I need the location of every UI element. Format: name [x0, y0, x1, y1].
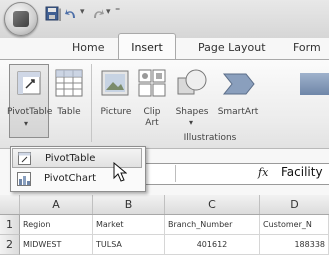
- redo-icon[interactable]: [91, 6, 105, 22]
- picture-button[interactable]: Picture: [97, 107, 135, 117]
- pivottable-small-icon: [18, 152, 31, 165]
- smartart-button[interactable]: SmartArt: [213, 107, 263, 117]
- clip-art-button[interactable]: Clip: [136, 107, 168, 117]
- formula-divider: [175, 165, 176, 182]
- cell-c2[interactable]: 401612: [165, 235, 260, 255]
- formula-bar-value: Facility: [281, 165, 323, 179]
- pivottable-dropdown-icon: ▾: [24, 119, 29, 128]
- separator-icon: |: [58, 7, 63, 21]
- table-button[interactable]: Table: [52, 107, 86, 117]
- redo-dropdown-icon[interactable]: ▾: [106, 7, 111, 17]
- column-headers: A B C D: [0, 195, 329, 215]
- shapes-dropdown-icon: ▾: [189, 118, 194, 127]
- cell-b1[interactable]: Market: [93, 215, 165, 235]
- pivottable-label: PivotTable: [7, 107, 53, 117]
- mouse-cursor-icon: [113, 162, 127, 182]
- smartart-icon: [222, 73, 255, 95]
- menu-item-pivotchart-label: PivotChart: [44, 173, 97, 184]
- menu-item-pivottable-label: PivotTable: [45, 153, 96, 164]
- table-icon: [55, 69, 83, 97]
- pivotchart-small-icon: [17, 172, 31, 186]
- column-header-b[interactable]: B: [93, 195, 165, 214]
- tab-page-layout[interactable]: Page Layout: [198, 37, 266, 59]
- illustrations-group-label: Illustrations: [183, 133, 237, 143]
- customize-toolbar-icon[interactable]: ⁼: [115, 6, 120, 17]
- tab-formulas[interactable]: Form: [293, 37, 321, 59]
- column-header-a[interactable]: A: [20, 195, 93, 214]
- office-button[interactable]: [4, 2, 38, 36]
- cell-d1[interactable]: Customer_N: [260, 215, 329, 235]
- fx-icon[interactable]: fx: [258, 166, 268, 179]
- row-header-1[interactable]: 1: [0, 215, 20, 235]
- save-icon[interactable]: [45, 6, 59, 22]
- group-divider: [91, 64, 92, 142]
- office-logo-icon: [13, 11, 29, 27]
- column-header-c[interactable]: C: [165, 195, 260, 214]
- cell-d2[interactable]: 188338: [260, 235, 329, 255]
- cell-a1[interactable]: Region: [20, 215, 93, 235]
- shapes-icon: [177, 69, 207, 95]
- chart-icon: [300, 73, 329, 95]
- tab-home[interactable]: Home: [72, 37, 104, 59]
- row-header-2[interactable]: 2: [0, 235, 20, 255]
- shapes-button[interactable]: Shapes: [172, 107, 212, 117]
- cell-b2[interactable]: TULSA: [93, 235, 165, 255]
- undo-icon[interactable]: [64, 6, 78, 22]
- clip-art-label-2: Art: [145, 118, 159, 128]
- undo-dropdown-icon[interactable]: ▾: [80, 7, 85, 17]
- column-header-d[interactable]: D: [260, 195, 329, 214]
- cell-a2[interactable]: MIDWEST: [20, 235, 93, 255]
- select-all-corner[interactable]: [0, 195, 20, 214]
- tab-insert[interactable]: Insert: [118, 33, 176, 61]
- pivottable-icon: [17, 71, 41, 95]
- clip-art-icon: [138, 69, 166, 97]
- picture-icon: [101, 70, 129, 96]
- cell-c1[interactable]: Branch_Number: [165, 215, 260, 235]
